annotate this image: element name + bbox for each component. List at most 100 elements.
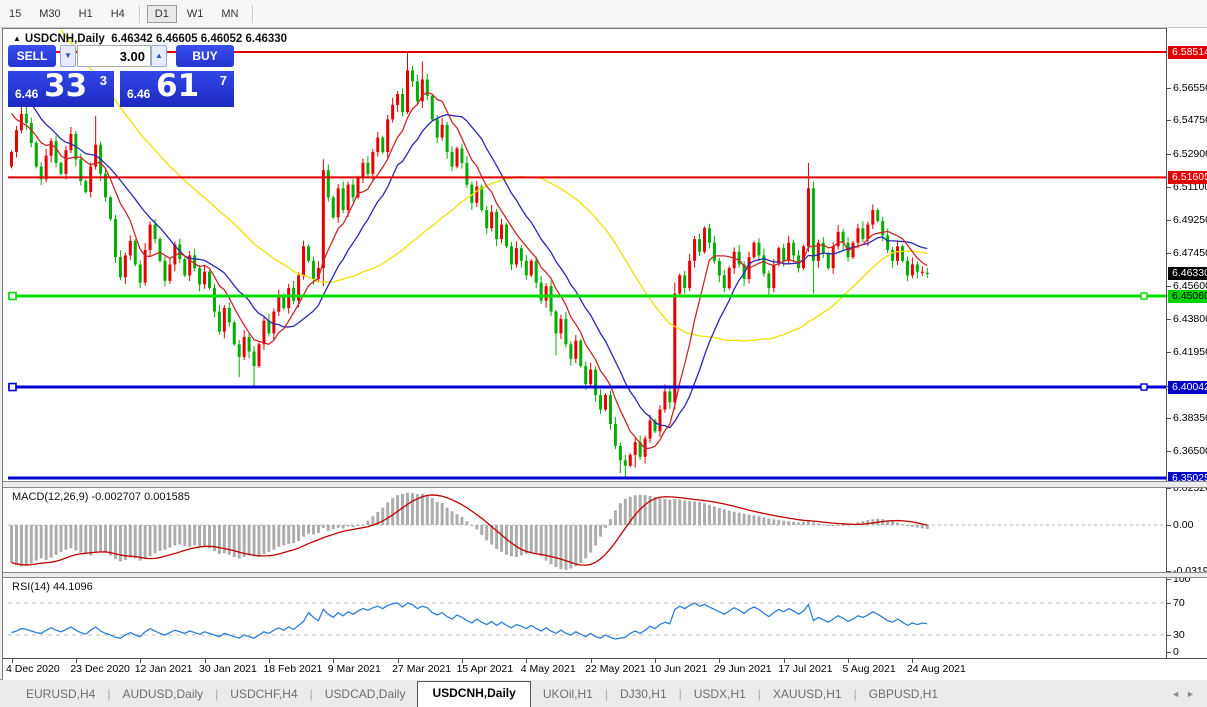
macd-name: MACD(12,26,9) bbox=[12, 491, 88, 503]
macd-bar bbox=[277, 525, 280, 547]
lot-size-field[interactable] bbox=[77, 45, 151, 67]
rsi-tick-dash bbox=[1167, 652, 1171, 653]
macd-bar bbox=[738, 513, 741, 525]
macd-bar bbox=[901, 524, 904, 525]
rsi-line bbox=[12, 603, 928, 639]
tab-scroll-left-icon[interactable]: ◄ bbox=[1171, 689, 1186, 699]
price-axis-tick: 6.54750 bbox=[1173, 114, 1207, 126]
tab-dj30-h1[interactable]: DJ30,H1 bbox=[608, 683, 679, 707]
timeframe-m30-button[interactable]: M30 bbox=[31, 5, 68, 23]
sell-price-block[interactable]: 6.46 33 3 bbox=[8, 71, 114, 107]
candle-body bbox=[757, 243, 760, 256]
macd-bar bbox=[584, 525, 587, 558]
candle-body bbox=[807, 188, 810, 246]
macd-bar bbox=[258, 525, 261, 557]
tab-ukoil-h1[interactable]: UKOil,H1 bbox=[531, 683, 605, 707]
buy-price-block[interactable]: 6.46 61 7 bbox=[120, 71, 234, 107]
candle-body bbox=[604, 395, 607, 410]
candle-body bbox=[856, 228, 859, 243]
timeframe-mn-button[interactable]: MN bbox=[213, 5, 246, 23]
macd-bar bbox=[728, 510, 731, 525]
hline-left-handle[interactable] bbox=[9, 293, 16, 300]
macd-tick-dash bbox=[1167, 488, 1171, 489]
candle-body bbox=[842, 232, 845, 243]
candle-body bbox=[629, 455, 632, 466]
candle-body bbox=[500, 225, 503, 240]
timeframe-h1-button[interactable]: H1 bbox=[71, 5, 101, 23]
candle-body bbox=[64, 150, 67, 174]
candle-body bbox=[35, 143, 38, 167]
price-tick-dash bbox=[1167, 418, 1171, 419]
macd-label: MACD(12,26,9) -0.002707 0.001585 bbox=[12, 491, 190, 503]
macd-splitter[interactable] bbox=[3, 481, 1207, 488]
time-axis[interactable]: 4 Dec 202023 Dec 202012 Jan 202130 Jan 2… bbox=[3, 658, 1207, 680]
candle-body bbox=[698, 239, 701, 252]
macd-bar bbox=[837, 525, 840, 526]
tab-gbpusd-h1[interactable]: GBPUSD,H1 bbox=[857, 683, 950, 707]
candle-body bbox=[663, 391, 666, 409]
macd-bar bbox=[703, 503, 706, 525]
tab-usdx-h1[interactable]: USDX,H1 bbox=[682, 683, 758, 707]
macd-bar bbox=[525, 525, 528, 554]
buy-underline bbox=[178, 68, 232, 70]
candle-body bbox=[515, 248, 518, 264]
tab-usdchf-h4[interactable]: USDCHF,H4 bbox=[218, 683, 309, 707]
macd-values: -0.002707 0.001585 bbox=[91, 491, 189, 503]
candle-body bbox=[569, 344, 572, 359]
price-tick-dash bbox=[1167, 120, 1171, 121]
macd-bar bbox=[926, 525, 929, 529]
rsi-indicator-chart[interactable] bbox=[8, 578, 1166, 658]
price-axis-tick: 6.52900 bbox=[1173, 148, 1207, 160]
macd-bar bbox=[134, 525, 137, 558]
tab-usdcnh-daily[interactable]: USDCNH,Daily bbox=[417, 681, 530, 707]
tab-scroll-right-icon[interactable]: ► bbox=[1186, 689, 1201, 699]
timeframe-w1-button[interactable]: W1 bbox=[179, 5, 212, 23]
macd-bar bbox=[733, 512, 736, 525]
macd-bar bbox=[173, 525, 176, 545]
rsi-splitter[interactable] bbox=[3, 572, 1207, 578]
buy-button[interactable]: BUY bbox=[176, 45, 234, 67]
hline-left-handle[interactable] bbox=[9, 384, 16, 391]
timeframe-toolbar[interactable]: 15M30H1H4 D1W1MN bbox=[0, 0, 1207, 28]
macd-bar bbox=[79, 525, 82, 553]
macd-bar bbox=[45, 525, 48, 560]
candle-body bbox=[634, 442, 637, 455]
tab-audusd-daily[interactable]: AUDUSD,Daily bbox=[110, 683, 215, 707]
candle-body bbox=[871, 210, 874, 225]
tab-scroll-arrows[interactable]: ◄► bbox=[1171, 689, 1201, 699]
tab-eurusd-h4[interactable]: EURUSD,H4 bbox=[14, 683, 107, 707]
macd-bar bbox=[30, 525, 33, 563]
price-axis[interactable]: 6.565506.547506.529006.511006.492506.474… bbox=[1166, 28, 1207, 658]
price-tick-dash bbox=[1167, 286, 1171, 287]
candle-body bbox=[584, 366, 587, 384]
sell-button[interactable]: SELL bbox=[8, 45, 56, 67]
macd-bar bbox=[500, 525, 503, 552]
candle-body bbox=[163, 261, 166, 281]
candles bbox=[10, 52, 929, 477]
price-axis-tick: 6.49250 bbox=[1173, 214, 1207, 226]
date-axis-label: 4 Dec 2020 bbox=[6, 663, 60, 675]
macd-bar bbox=[282, 525, 285, 545]
timeframe-15-button[interactable]: 15 bbox=[1, 5, 29, 23]
macd-bar bbox=[163, 525, 166, 550]
ohlc-values: 6.46342 6.46605 6.46052 6.46330 bbox=[111, 33, 287, 45]
hline-right-handle[interactable] bbox=[1141, 293, 1147, 299]
macd-bar bbox=[386, 502, 389, 525]
tab-usdcad-daily[interactable]: USDCAD,Daily bbox=[313, 683, 418, 707]
lot-spin-up-button[interactable]: ▲ bbox=[151, 45, 167, 67]
macd-bar bbox=[15, 525, 18, 565]
collapse-triangle-icon[interactable]: ▲ bbox=[13, 34, 21, 43]
timeframe-d1-button[interactable]: D1 bbox=[147, 5, 177, 23]
candle-body bbox=[159, 239, 162, 261]
candle-body bbox=[248, 337, 251, 352]
macd-bar bbox=[634, 495, 637, 525]
timeframe-h4-button[interactable]: H4 bbox=[103, 5, 133, 23]
tab-xauusd-h1[interactable]: XAUUSD,H1 bbox=[761, 683, 854, 707]
candle-body bbox=[347, 185, 350, 210]
candle-body bbox=[391, 105, 394, 120]
rsi-tick-dash bbox=[1167, 579, 1171, 580]
macd-bar bbox=[248, 525, 251, 555]
lot-spin-down-button[interactable]: ▼ bbox=[60, 45, 76, 67]
hline-right-handle[interactable] bbox=[1141, 384, 1147, 390]
candle-body bbox=[292, 288, 295, 301]
